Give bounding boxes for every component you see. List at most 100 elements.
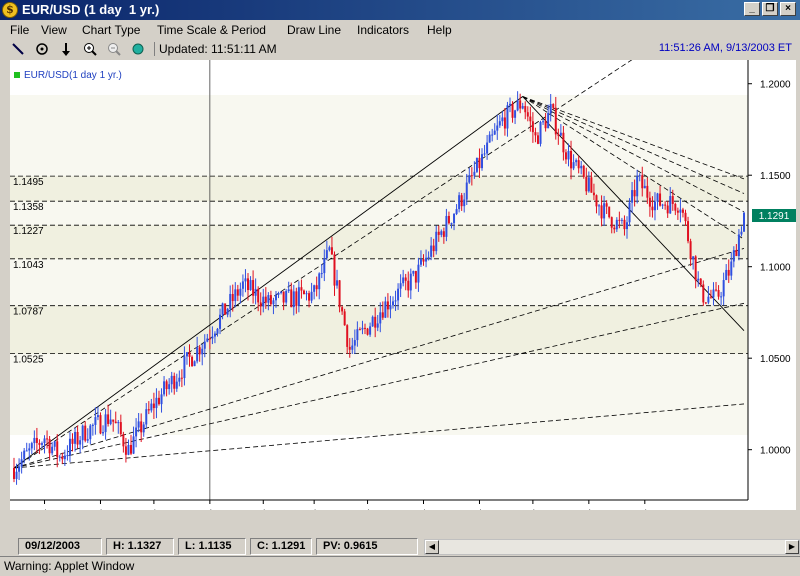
menu-draw-line[interactable]: Draw Line [287,23,341,37]
menu-indicators[interactable]: Indicators [357,23,409,37]
candle-body [343,311,346,326]
restore-button[interactable]: ❐ [762,2,778,16]
candle-body [38,442,41,445]
candle-body [267,295,270,303]
candle-body [280,291,283,293]
candle-body [702,284,705,303]
zoom-out-icon[interactable] [106,41,122,57]
x-tick-label: 07/01 [520,509,545,510]
candle-body [249,280,252,291]
candle-body [338,280,341,308]
menu-help[interactable]: Help [427,23,452,37]
draw-line-icon[interactable] [10,41,26,57]
candle-body [74,431,77,444]
candle-body [163,381,166,395]
crosshair-icon[interactable] [34,41,50,57]
candle-body [389,305,392,310]
candle-body [224,303,227,315]
candle-body [684,212,687,222]
candle-body [81,425,84,441]
globe-icon[interactable] [130,41,146,57]
current-datetime: 11:51:26 AM, 9/13/2003 ET [658,42,792,54]
candle-body [465,182,468,200]
candle-body [417,264,420,283]
candle-body [61,456,64,460]
down-arrow-icon[interactable] [58,41,74,57]
candle-body [671,196,674,204]
updated-time: Updated: 11:51:11 AM [154,42,277,56]
candle-body [608,206,611,218]
candle-body [71,438,74,444]
candle-body [534,132,537,136]
candle-body [669,196,672,214]
candle-body [132,436,135,454]
candle-body [315,285,318,290]
menu-chart-type[interactable]: Chart Type [82,23,140,37]
candle-body [625,222,628,230]
horizontal-scrollbar[interactable]: ◀ ▶ [424,539,800,555]
candle-body [33,437,36,444]
y-tick-label: 1.1500 [760,171,791,182]
toolbar: Updated: 11:51:11 AM 11:51:26 AM, 9/13/2… [0,40,800,58]
candle-body [697,278,700,281]
price-chart[interactable]: 1.1495 1.1358 1.1227 1.1043 1.0787 1.0525 1.2… [10,60,796,510]
x-tick-label: 01/01 [197,509,222,510]
menu-file[interactable]: File [10,23,29,37]
candle-body [732,250,735,262]
menu-view[interactable]: View [41,23,67,37]
minimize-button[interactable]: _ [744,2,760,16]
scroll-right-button[interactable]: ▶ [785,540,799,554]
candle-body [547,113,550,129]
globe-icon-svg [132,43,144,55]
candle-body [493,130,496,135]
candle-body [422,259,425,262]
candle-body [234,289,237,302]
candle-body [496,125,499,131]
candle-body [300,287,303,291]
candle-body [356,329,359,341]
candle-body [562,132,565,153]
candle-body [430,245,433,257]
candle-body [737,234,740,257]
candle-body [402,277,405,284]
candle-body [198,347,201,355]
candle-body [379,312,382,324]
title-bar[interactable]: $ EUR/USD (1 day 1 yr.) _ ❐ × [0,0,800,20]
x-tick-label: 05/01 [411,509,436,510]
candle-body [226,308,229,315]
candle-body [94,417,97,425]
candle-body [575,160,578,163]
candle-body [473,171,476,176]
candle-body [552,104,555,108]
candle-body [478,157,481,169]
candle-body [628,202,631,223]
candle-body [30,443,33,449]
candle-body [201,348,204,355]
candle-body [76,431,79,445]
candle-body [239,288,242,296]
candle-body [743,212,745,232]
candle-body [633,190,636,197]
candle-body [610,217,613,228]
zoom-in-icon[interactable] [82,41,98,57]
candle-body [305,293,308,295]
candle-body [564,152,567,160]
candle-body [676,210,679,213]
candle-body [453,213,456,224]
candle-body [43,438,46,444]
close-button[interactable]: × [780,2,796,16]
candle-body [488,134,491,143]
draw-line-icon-svg [12,43,24,55]
candle-body [638,175,641,177]
applet-warning: Warning: Applet Window [0,556,800,576]
menu-time-scale[interactable]: Time Scale & Period [157,23,266,37]
candle-body [483,153,486,155]
scroll-left-button[interactable]: ◀ [425,540,439,554]
candle-body [79,440,82,445]
candle-body [323,258,326,274]
candle-body [91,424,94,426]
candle-body [539,121,542,144]
candle-body [297,287,300,306]
candle-body [66,455,69,457]
legend-swatch [14,72,20,78]
